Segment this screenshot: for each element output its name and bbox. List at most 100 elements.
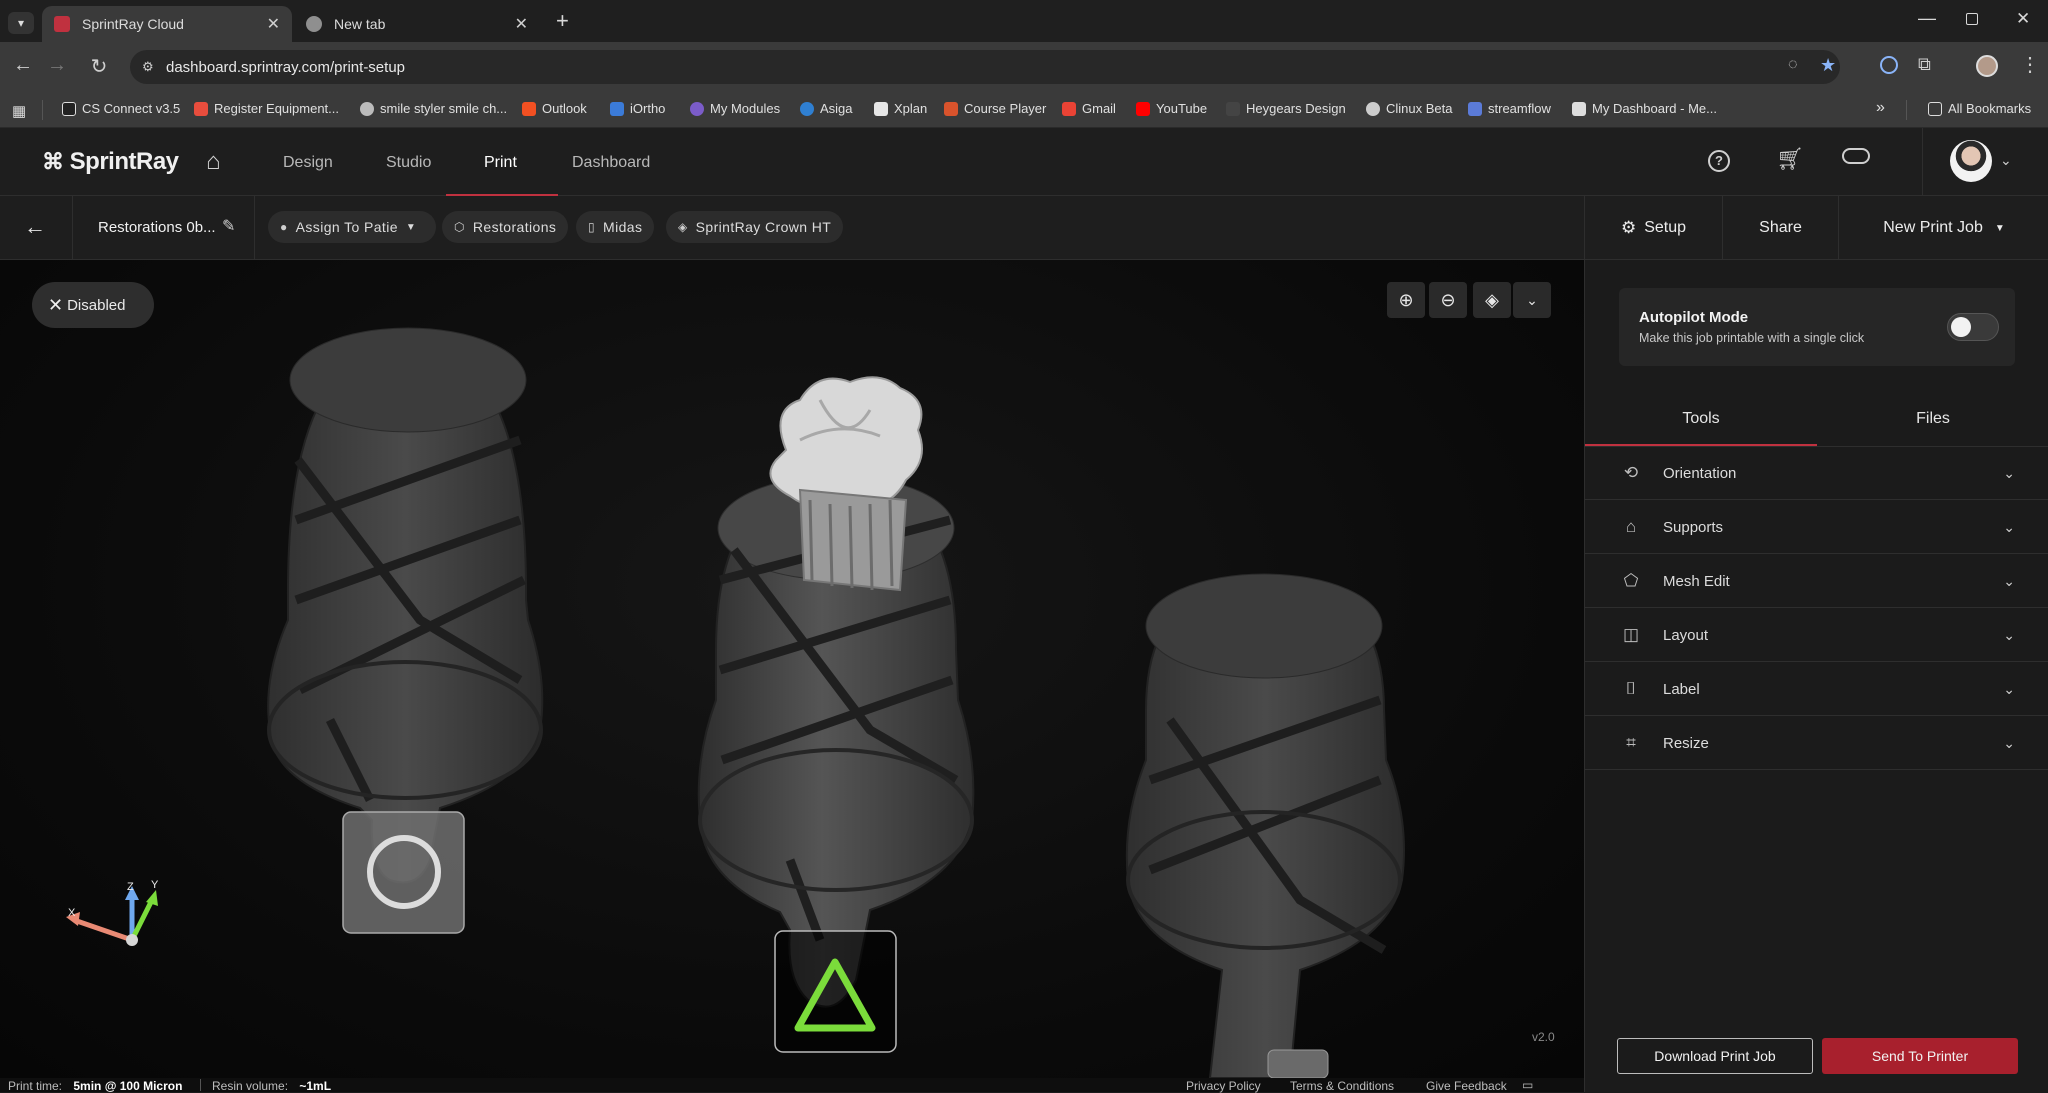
all-bookmarks-button[interactable]: All Bookmarks (1928, 101, 2031, 116)
bookmark-favicon-icon (1468, 101, 1482, 116)
cloud-icon[interactable] (1842, 148, 1870, 164)
send-to-printer-button[interactable]: Send To Printer (1822, 1038, 2018, 1074)
extensions-puzzle-icon[interactable]: ⧉ (1918, 54, 1931, 75)
bookmark-item[interactable]: Course Player (944, 101, 1046, 116)
autopilot-toggle[interactable] (1947, 313, 1999, 341)
resin-chip[interactable]: ◈ SprintRay Crown HT (666, 211, 844, 243)
tab-title: SprintRay Cloud (82, 16, 184, 32)
printer-chip[interactable]: ▯ Midas (576, 211, 655, 243)
user-avatar[interactable] (1950, 140, 1992, 182)
bookmark-item[interactable]: Gmail (1062, 101, 1116, 116)
bookmark-item[interactable]: Heygears Design (1226, 101, 1346, 116)
profile-avatar-icon[interactable] (1976, 55, 1998, 77)
bookmark-item[interactable]: smile styler smile ch... (360, 101, 507, 116)
bookmarks-overflow-icon[interactable]: » (1876, 99, 1885, 117)
restore-icon[interactable] (1966, 13, 1978, 25)
bookmark-item[interactable]: My Dashboard - Me... (1572, 101, 1717, 116)
close-tab-icon[interactable]: ✕ (515, 14, 528, 34)
apps-grid-icon[interactable]: ▦ (12, 102, 26, 120)
bookmark-favicon-icon (874, 101, 888, 116)
help-icon[interactable]: ? (1708, 150, 1730, 172)
eye-off-icon[interactable]: ◌ (1788, 56, 1798, 74)
chevron-down-icon: ⌄ (2003, 734, 2015, 751)
privacy-policy-link[interactable]: Privacy Policy (1186, 1079, 1261, 1093)
section-mesh-edit[interactable]: ⬠ Mesh Edit ⌄ (1585, 555, 2048, 608)
bookmark-item[interactable]: iOrtho (610, 101, 665, 116)
sprintray-favicon-icon (54, 16, 70, 32)
tools-panel: Autopilot Mode Make this job printable w… (1584, 260, 2048, 1092)
section-resize[interactable]: ⌗ Resize ⌄ (1585, 717, 2048, 770)
caret-down-icon: ▼ (1994, 222, 2005, 234)
browser-tab-sprintray[interactable]: SprintRay Cloud ✕ (42, 6, 292, 42)
share-button[interactable]: Share (1723, 196, 1839, 260)
bookmark-item[interactable]: streamflow (1468, 101, 1551, 116)
bookmark-item[interactable]: Xplan (874, 101, 927, 116)
give-feedback-link[interactable]: Give Feedback (1426, 1079, 1507, 1093)
cube-icon: ⬡ (454, 220, 465, 234)
section-label[interactable]: ⌷ Label ⌄ (1585, 663, 2048, 716)
zoom-in-button[interactable]: ⊕ (1387, 282, 1425, 318)
nav-print[interactable]: Print (484, 154, 517, 172)
setup-button[interactable]: ⚙ Setup (1585, 196, 1723, 260)
bookmark-item[interactable]: Outlook (522, 101, 587, 116)
close-window-icon[interactable]: ✕ (2016, 9, 2030, 29)
minimize-icon[interactable]: — (1918, 8, 1936, 29)
logo-mark-icon: ⌘ (42, 149, 64, 174)
new-print-job-button[interactable]: New Print Job ▼ (1839, 196, 2048, 260)
resin-volume: Resin volume: ~1mL (212, 1079, 332, 1093)
circle-marker[interactable] (342, 811, 465, 934)
download-print-job-button[interactable]: Download Print Job (1617, 1038, 1813, 1074)
disabled-tool-button[interactable]: ✕ Disabled (32, 282, 154, 328)
bookmark-item[interactable]: Register Equipment... (194, 101, 339, 116)
bookmark-item[interactable]: Asiga (800, 101, 853, 116)
version-label: v2.0 (1532, 1030, 1555, 1044)
tab-files[interactable]: Files (1817, 394, 2048, 444)
layers-view-button[interactable]: ◈ (1473, 282, 1511, 318)
axis-z-label: Z (127, 881, 134, 893)
cart-icon[interactable]: 🛒︎ (1776, 146, 1804, 172)
reload-icon[interactable]: ↻ (86, 54, 112, 79)
browser-menu-icon[interactable]: ⋮ (2020, 52, 2040, 77)
url-input[interactable]: ⚙ dashboard.sprintray.com/print-setup ◌ … (130, 50, 1840, 84)
forward-arrow-icon[interactable]: → (44, 54, 70, 77)
autopilot-card: Autopilot Mode Make this job printable w… (1619, 288, 2015, 366)
assign-patient-dropdown[interactable]: ● Assign To Patie ▼ (268, 211, 436, 243)
zoom-out-button[interactable]: ⊖ (1429, 282, 1467, 318)
triangle-marker[interactable] (774, 930, 897, 1053)
site-info-icon[interactable]: ⚙ (142, 59, 154, 75)
browser-tab-new[interactable]: New tab ✕ (294, 6, 540, 42)
bookmark-item[interactable]: My Modules (690, 101, 780, 116)
gmail-icon (1062, 101, 1076, 116)
view-options-dropdown[interactable]: ⌄ (1513, 282, 1551, 318)
bookmark-item[interactable]: CS Connect v3.5 (62, 101, 180, 116)
nav-design[interactable]: Design (283, 154, 333, 172)
extension-icon-1[interactable] (1880, 56, 1898, 74)
3d-viewport[interactable]: X Z Y ✕ Disabled ⊕ ⊖ ◈ ⌄ v2.0 (0, 260, 1584, 1078)
bookmark-item[interactable]: YouTube (1136, 101, 1207, 116)
back-arrow-icon[interactable]: ← (24, 214, 46, 240)
home-icon[interactable]: ⌂ (206, 148, 221, 176)
support-model-right[interactable] (1125, 573, 1405, 1078)
support-model-left[interactable] (267, 327, 544, 884)
new-tab-plus-icon[interactable]: + (556, 8, 569, 34)
section-supports[interactable]: ⌂ Supports ⌄ (1585, 501, 2048, 554)
bookmark-item[interactable]: Clinux Beta (1366, 101, 1452, 116)
section-layout[interactable]: ◫ Layout ⌄ (1585, 609, 2048, 662)
bookmark-favicon-icon (522, 101, 536, 116)
bookmark-star-icon[interactable]: ★ (1820, 55, 1836, 76)
sprintray-logo[interactable]: ⌘ SprintRay (42, 148, 179, 176)
feedback-chat-icon[interactable]: ▭ (1522, 1078, 1533, 1092)
section-orientation[interactable]: ⟲ Orientation ⌄ (1585, 447, 2048, 500)
back-arrow-icon[interactable]: ← (10, 54, 36, 77)
close-tab-icon[interactable]: ✕ (267, 14, 280, 34)
restorations-chip[interactable]: ⬡ Restorations (442, 211, 569, 243)
mesh-edit-icon: ⬠ (1623, 571, 1639, 590)
divider (72, 196, 73, 260)
edit-pencil-icon[interactable]: ✎ (222, 216, 235, 236)
chevron-down-icon[interactable]: ⌄ (2000, 152, 2012, 169)
tab-list-chevron-icon[interactable]: ▾ (8, 12, 34, 34)
tab-tools[interactable]: Tools (1585, 394, 1817, 444)
terms-link[interactable]: Terms & Conditions (1290, 1079, 1394, 1093)
nav-dashboard[interactable]: Dashboard (572, 154, 650, 172)
nav-studio[interactable]: Studio (386, 154, 431, 172)
